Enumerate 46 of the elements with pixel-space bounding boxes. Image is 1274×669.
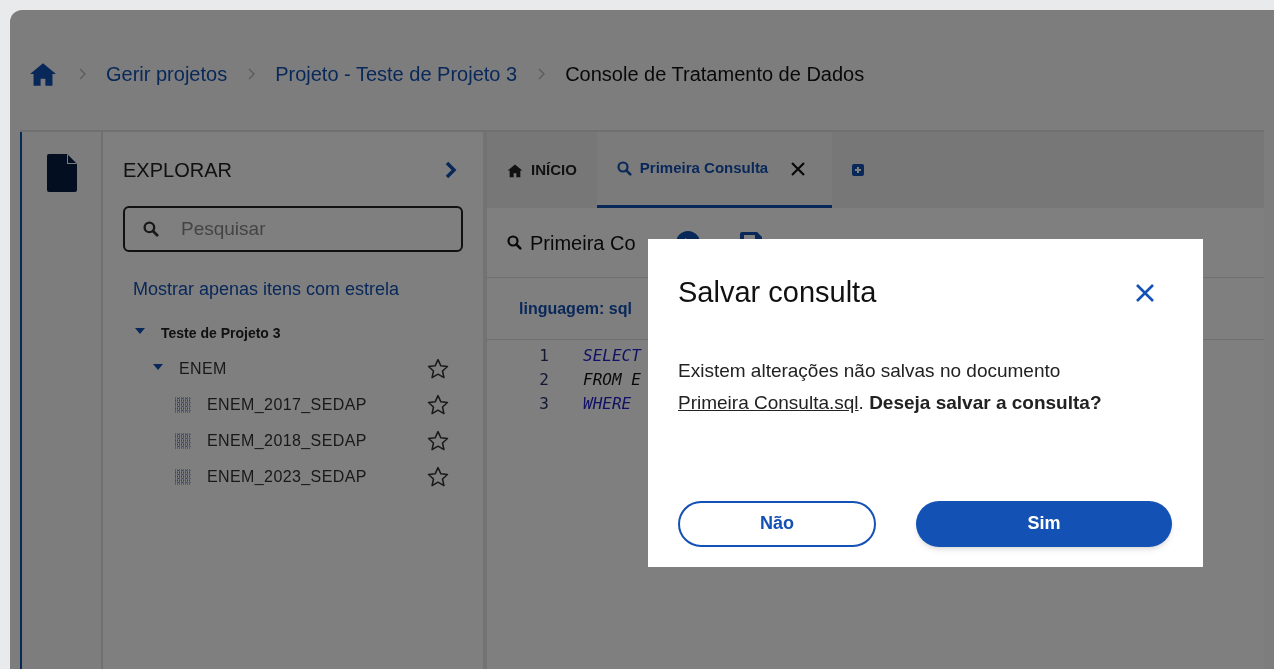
star-icon[interactable] <box>427 466 449 488</box>
tab[interactable]: Primeira Consulta <box>596 132 833 208</box>
table-icon <box>175 397 191 413</box>
language-label: linguagem: sql <box>519 298 632 319</box>
file-link[interactable]: Primeira Consulta.sql <box>678 391 859 413</box>
code-line: FROM E <box>583 369 641 391</box>
tree-item[interactable]: Teste de Projeto 3 <box>161 322 281 344</box>
search-icon <box>143 221 159 237</box>
tree-item[interactable]: ENEM <box>179 357 227 381</box>
close-icon[interactable] <box>1135 282 1155 303</box>
add-tab-icon[interactable] <box>852 164 865 176</box>
table-icon <box>175 433 191 449</box>
chevron-icon <box>537 68 546 80</box>
table-icon <box>175 469 191 485</box>
breadcrumb-link[interactable]: Projeto - Teste de Projeto 3 <box>275 59 518 89</box>
tab[interactable]: INÍCIO <box>487 132 597 208</box>
search-icon <box>507 235 522 250</box>
line-number: 2 <box>538 369 549 391</box>
home-icon[interactable] <box>28 61 58 87</box>
search-field[interactable]: Pesquisar <box>123 206 463 252</box>
star-icon[interactable] <box>427 394 449 416</box>
chevron-icon <box>78 68 86 80</box>
chevron-right-icon[interactable] <box>445 161 457 179</box>
tree-item[interactable]: ENEM_2023_SEDAP <box>207 465 367 489</box>
query-title: Primeira Co <box>530 230 636 256</box>
confirm-button[interactable]: Sim <box>916 500 1172 547</box>
tree-item[interactable]: ENEM_2017_SEDAP <box>207 393 367 417</box>
search-icon <box>616 161 632 176</box>
code-line: SELECT <box>583 345 641 367</box>
star-icon[interactable] <box>427 358 449 380</box>
dialog-message: Existem alterações não salvas no documento Primeira Consulta.sql. Deseja salvar a consulta? <box>678 358 1103 415</box>
home-icon <box>507 162 523 178</box>
line-number: 3 <box>538 393 549 415</box>
filter-link[interactable]: Mostrar apenas itens com estrela <box>123 276 463 303</box>
star-icon[interactable] <box>427 430 449 452</box>
dialog-title: Salvar consulta <box>678 275 877 310</box>
line-number: 1 <box>538 345 549 367</box>
breadcrumb-link[interactable]: Gerir projetos <box>106 59 228 89</box>
chevron-icon <box>247 68 256 80</box>
cancel-button[interactable]: Não <box>678 500 876 547</box>
code-line: WHERE <box>583 393 632 415</box>
panel-title: EXPLORAR <box>123 158 232 183</box>
close-icon[interactable] <box>790 160 807 177</box>
document-icon[interactable] <box>46 154 77 192</box>
tree-item[interactable]: ENEM_2018_SEDAP <box>207 429 367 453</box>
breadcrumb-current: Console de Tratamento de Dados <box>565 62 865 87</box>
